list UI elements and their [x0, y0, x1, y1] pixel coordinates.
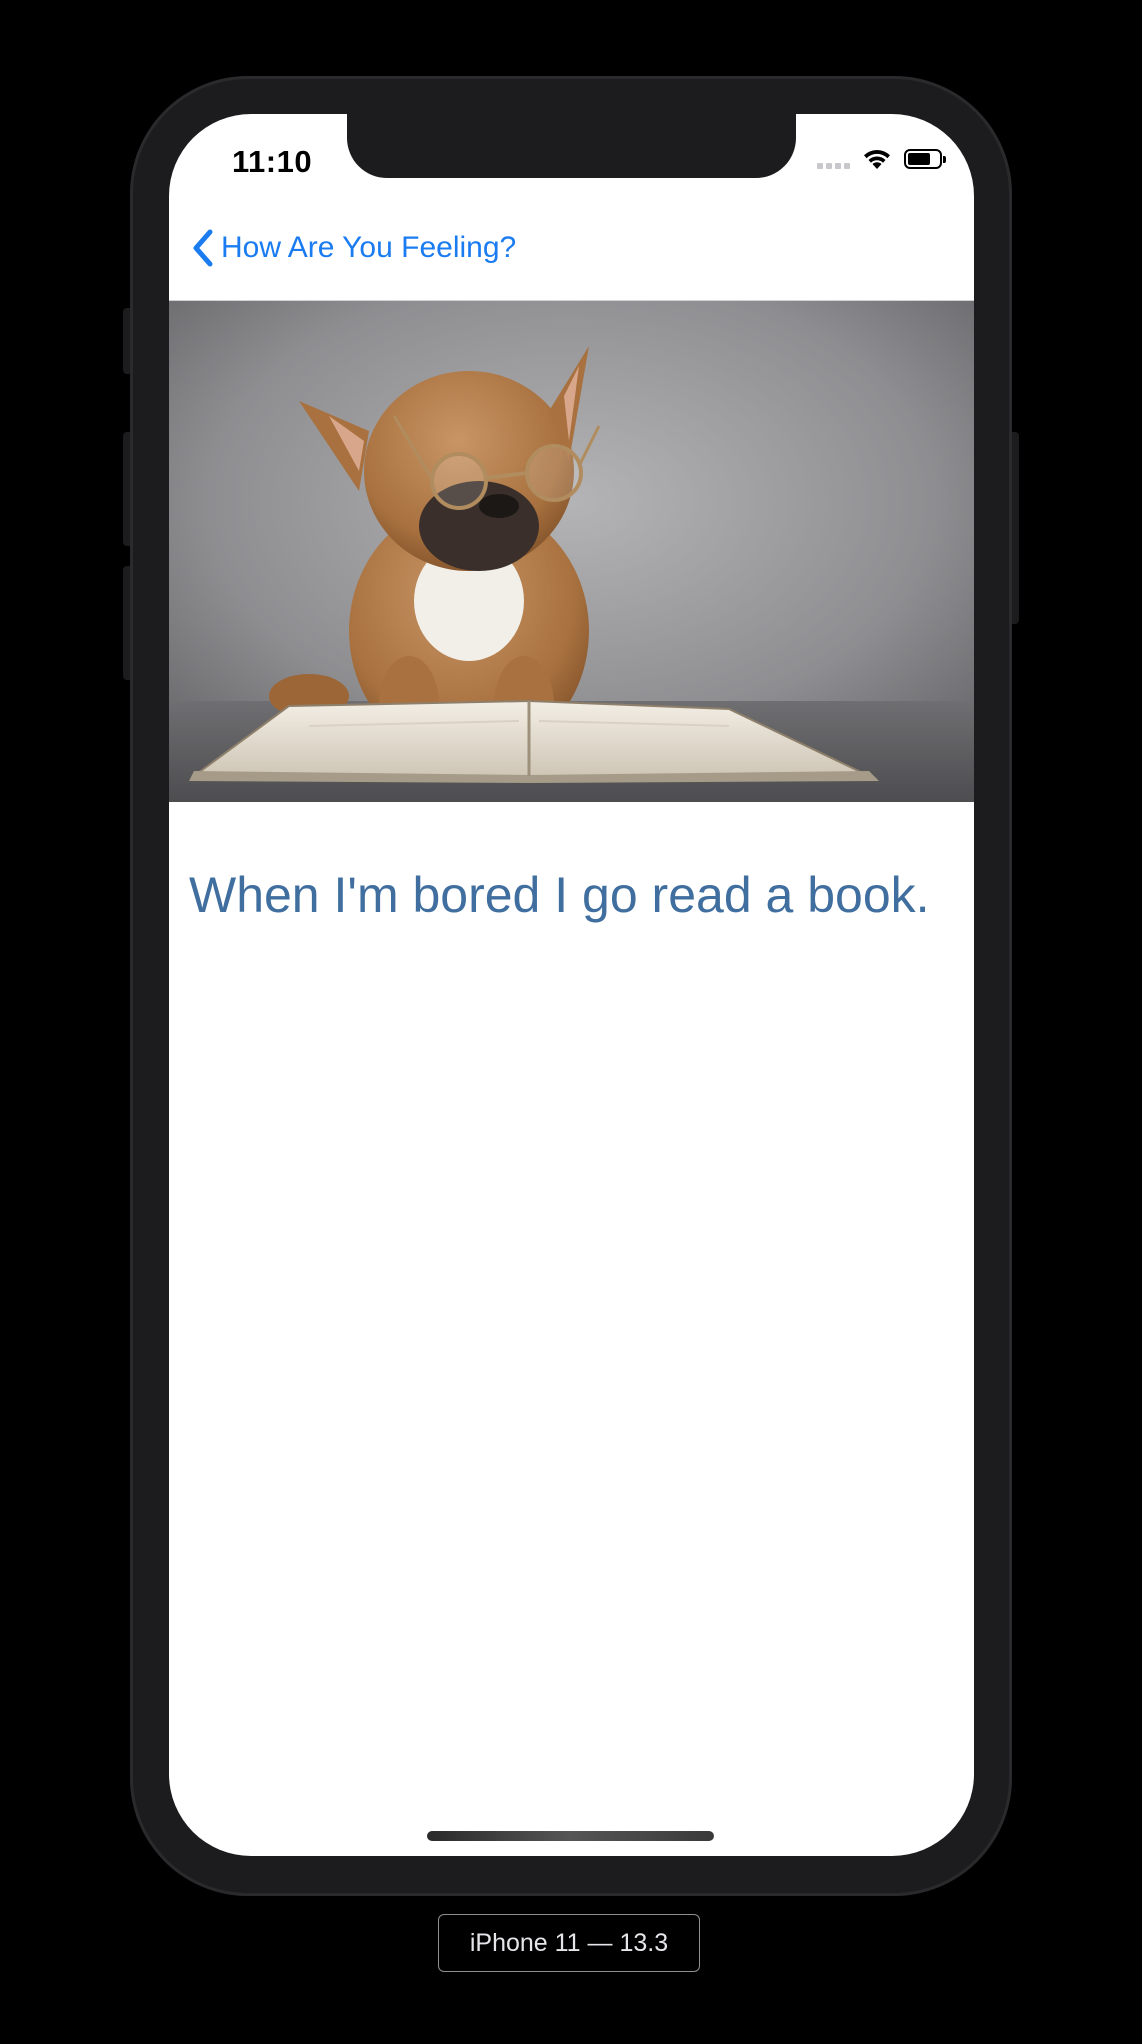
- back-button-label: How Are You Feeling?: [221, 231, 517, 264]
- caption-text: When I'm bored I go read a book.: [189, 867, 930, 923]
- simulator-stage: 11:10 How Are You Feeling? When I'm bore…: [0, 0, 1142, 2044]
- status-time: 11:10: [232, 144, 313, 179]
- cellular-signal-icon: [817, 149, 850, 169]
- chevron-left-icon: [193, 229, 213, 267]
- battery-icon: [904, 149, 946, 169]
- dog-reading-book-photo: [169, 301, 974, 802]
- home-indicator[interactable]: [427, 1831, 714, 1841]
- navigation-bar: How Are You Feeling?: [169, 208, 974, 301]
- device-screen: 11:10 How Are You Feeling? When I'm bore…: [169, 114, 974, 1856]
- notch: [347, 114, 796, 178]
- wifi-icon: [864, 149, 890, 169]
- status-icons: [817, 148, 946, 170]
- back-button[interactable]: How Are You Feeling?: [191, 228, 516, 268]
- device-label: iPhone 11 — 13.3: [438, 1914, 700, 1972]
